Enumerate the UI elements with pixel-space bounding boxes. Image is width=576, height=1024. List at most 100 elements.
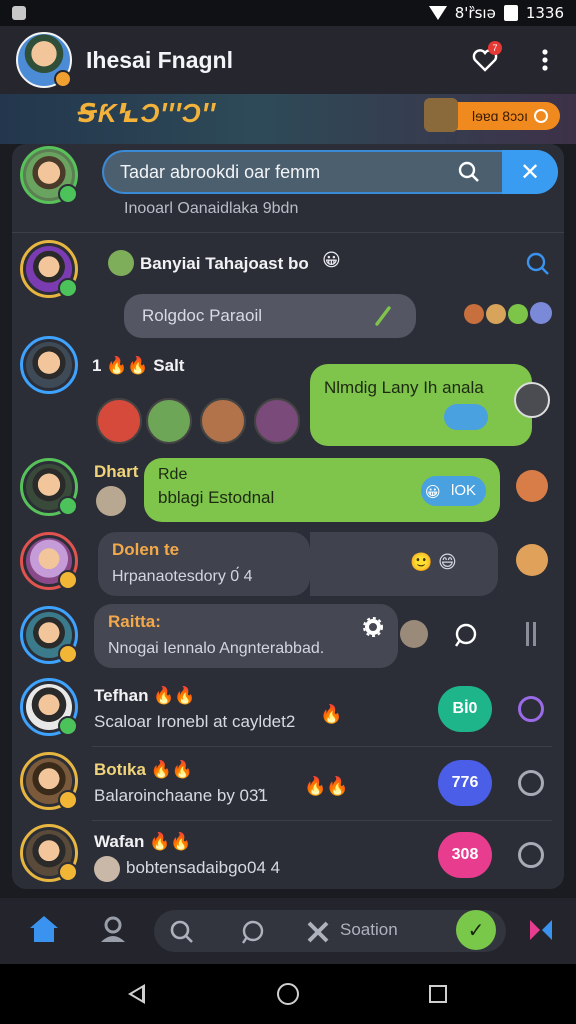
contact-name: Tefhan 🔥🔥	[94, 686, 196, 706]
online-badge	[58, 716, 78, 736]
unread-count-badge[interactable]: 776	[438, 760, 492, 806]
chat-panel: Tadar abrookdi oar femm ✕ Inooarl Oanaid…	[12, 144, 564, 889]
avatar[interactable]	[20, 458, 78, 516]
more-menu-button[interactable]	[530, 45, 560, 75]
reaction-pill: 😀 lOK	[420, 476, 486, 506]
avatar[interactable]	[20, 240, 78, 298]
clear-search-button[interactable]: ✕	[502, 150, 558, 194]
avatar[interactable]	[20, 146, 78, 204]
sender-mini-avatar	[96, 486, 126, 516]
sticker-emoji-icon: 🙂	[410, 552, 433, 572]
unread-count-badge[interactable]: 308	[438, 832, 492, 878]
divider	[92, 746, 552, 747]
reaction-strip: 🙂 😄	[310, 532, 498, 596]
avatar[interactable]	[20, 752, 78, 810]
avatar[interactable]	[20, 606, 78, 664]
add-button[interactable]: ✓	[456, 910, 496, 950]
reaction-tag: lOK	[450, 482, 476, 499]
reaction-avatar	[464, 304, 484, 324]
share-icon[interactable]	[526, 916, 556, 944]
notifications-button[interactable]: 7	[470, 41, 502, 75]
flame-emoji-icon: 🔥🔥	[304, 776, 349, 796]
contact-name: Wafan 🔥🔥	[94, 832, 191, 852]
avatar[interactable]	[20, 532, 78, 590]
chat-row[interactable]: 1 🔥🔥 Salt Nlmdig Lany Ih anala	[12, 334, 564, 454]
reaction-avatar	[530, 302, 552, 324]
contact-name-number: 1	[92, 356, 102, 375]
home-icon[interactable]	[28, 914, 60, 944]
sender-mini-avatar	[94, 856, 120, 882]
avatar[interactable]	[20, 824, 78, 882]
pin-icon[interactable]	[518, 770, 544, 796]
banner-reward-pill[interactable]: Ɩɘɐɑ 8ɔɔı	[423, 98, 560, 132]
chat-row[interactable]: Banyiai Tahajoast bo 😀 Rolgdoc Paraoil	[12, 236, 564, 338]
banner-logo: ꞨƘꝆƆꞌꞌꞌƆꞌꞌ	[78, 98, 217, 128]
contacts-icon[interactable]	[98, 914, 128, 944]
sticker-character	[254, 398, 300, 444]
reaction-avatar	[486, 304, 506, 324]
status-bar: 8'ȑsıə 1336	[0, 0, 576, 26]
banner-pill-text: Ɩɘɐɑ 8ɔɔı	[471, 108, 528, 124]
drag-handle-icon[interactable]	[526, 622, 536, 646]
check-icon	[375, 306, 391, 326]
search-icon[interactable]	[170, 920, 194, 944]
close-icon: ✕	[519, 158, 541, 186]
home-button[interactable]	[277, 983, 299, 1005]
app-title: Ihesai Fnagnl	[86, 46, 233, 73]
search-row: Tadar abrookdi oar femm ✕ Inooarl Oanaid…	[12, 144, 564, 234]
chat-row[interactable]: Botıka 🔥🔥 Balaroinchaane by 03̃1 🔥🔥 776	[12, 748, 564, 820]
contact-name-text: Wafan	[94, 832, 145, 851]
notification-icon	[12, 6, 26, 20]
avatar[interactable]	[20, 678, 78, 736]
sticker-character	[200, 398, 246, 444]
star-badge	[58, 644, 78, 664]
flame-emoji-icon: 🔥🔥	[149, 832, 192, 851]
nav-label[interactable]: Soation	[340, 920, 398, 940]
reply-icon[interactable]	[452, 622, 478, 648]
message-bubble[interactable]: Nlmdig Lany Ih anala	[310, 364, 532, 446]
message-bubble[interactable]: Raitta: Nnogai Iennalo Angnterabbad.	[94, 604, 398, 668]
message-bubble[interactable]: Dolen te Hrpanaotesdory 0́ 4	[98, 532, 310, 596]
message-bubble[interactable]: Rde bblagi Estodnal 😀 lOK	[144, 458, 500, 522]
wifi-icon	[428, 6, 447, 20]
message-text: Balaroinchaane by 03̃1	[94, 786, 268, 805]
recents-button[interactable]	[429, 985, 447, 1003]
chat-row[interactable]: Dolen te Hrpanaotesdory 0́ 4 🙂 😄	[12, 530, 564, 600]
chat-icon[interactable]	[240, 920, 264, 944]
search-icon	[458, 161, 479, 182]
divider	[12, 232, 564, 233]
flame-emoji-icon: 🔥🔥	[150, 760, 194, 779]
ring-icon	[534, 109, 548, 123]
reply-avatar	[516, 470, 548, 502]
chat-row[interactable]: Tefhan 🔥🔥 Scaloar Ironebl at cayldet2 🔥 …	[12, 674, 564, 746]
contact-name: Banyiai Tahajoast bo	[140, 254, 309, 273]
chat-row[interactable]: Raitta: Nnogai Iennalo Angnterabbad.	[12, 602, 564, 672]
profile-avatar[interactable]	[16, 32, 72, 88]
avatar[interactable]	[20, 336, 78, 394]
tools-icon[interactable]	[306, 920, 330, 944]
app-bar: Ihesai Fnagnl 7	[0, 26, 576, 94]
unread-count-badge[interactable]: Bİ0	[438, 686, 492, 732]
reply-avatar	[514, 382, 550, 418]
sender-mini-avatar	[108, 250, 134, 276]
sticker-character	[96, 398, 142, 444]
chat-row[interactable]: Wafan 🔥🔥 bobtensadaibgo04 4 308	[12, 822, 564, 888]
search-input[interactable]: Tadar abrookdi oar femm	[104, 152, 556, 192]
gear-icon[interactable]	[362, 616, 384, 638]
flame-emoji-icon: 🔥	[320, 704, 343, 724]
reply-avatar	[400, 620, 428, 648]
chat-row[interactable]: Dhart Rde bblagi Estodnal 😀 lOK	[12, 456, 564, 528]
reaction-pill	[444, 404, 488, 430]
smile-emoji-icon: 😀	[322, 250, 341, 270]
contact-name: 1 🔥🔥 Salt	[92, 356, 184, 376]
back-button[interactable]	[128, 984, 145, 1004]
divider	[92, 820, 552, 821]
pin-icon[interactable]	[518, 696, 544, 722]
bottom-navigation: Soation ✓	[0, 898, 576, 964]
search-icon[interactable]	[526, 252, 550, 276]
treasure-icon	[423, 98, 458, 132]
search-bar: Tadar abrookdi oar femm ✕	[102, 150, 558, 194]
pin-icon[interactable]	[518, 842, 544, 868]
sticker-character	[146, 398, 192, 444]
message-bubble[interactable]: Rolgdoc Paraoil	[124, 294, 416, 338]
